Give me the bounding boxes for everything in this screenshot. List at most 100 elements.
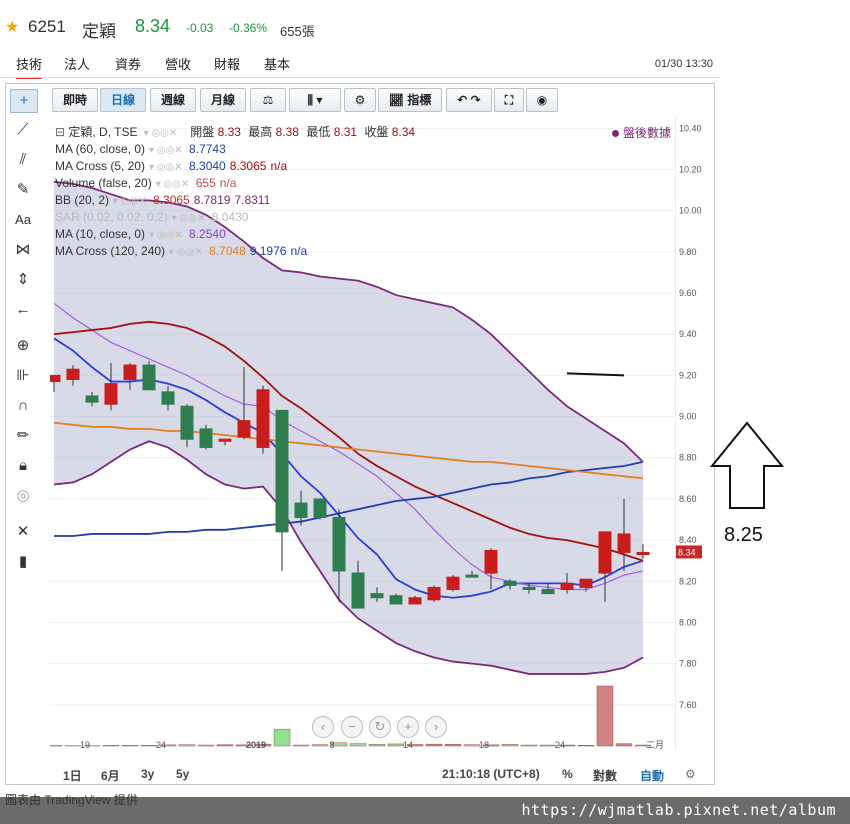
scroll-right-icon[interactable]: › — [425, 716, 447, 738]
zoom-plus-icon[interactable]: + — [397, 716, 419, 738]
legend-row[interactable]: SAR (0.02, 0.02, 0.2) ▾ ◎◎✕ 8.0430 — [55, 209, 475, 226]
x-tick-label: 19 — [80, 740, 90, 750]
candle-body — [180, 405, 194, 440]
candle-body — [142, 364, 156, 391]
legend-row[interactable]: MA (60, close, 0) ▾ ◎◎✕ 8.7743 — [55, 141, 475, 158]
legend-row[interactable]: Volume (false, 20) ▾ ◎◎✕ 655 n/a — [55, 175, 475, 192]
lock-drawing-icon[interactable]: ✏ — [10, 425, 36, 447]
percent-scale-toggle[interactable]: % — [562, 767, 573, 781]
measure-icon[interactable]: ⇕ — [10, 269, 36, 291]
zoom-controls: ‹ − ↻ + › — [312, 716, 452, 738]
undo-redo-icon[interactable]: ↶ ↷ — [446, 88, 492, 112]
tabs-divider — [0, 77, 720, 78]
crosshair-icon[interactable]: + — [10, 89, 38, 113]
chart-topbar: 即時 日線 週線 月線 ⚖ ⫼ ▾ ⚙ 📈︎ 指標 ↶ ↷ ⛶ ◉ — [46, 88, 706, 114]
legend-row[interactable]: BB (20, 2) ▾ ◎◎✕ 8.3065 8.7819 7.8311 — [55, 192, 475, 209]
trade-volume: 655張 — [280, 24, 315, 39]
legend-controls-icon[interactable]: ▾ ◎◎✕ — [149, 159, 189, 176]
quote-datetime: 01/30 13:30 — [654, 58, 713, 70]
tab-financials[interactable]: 財報 — [214, 54, 240, 73]
tab-revenue[interactable]: 營收 — [165, 54, 191, 73]
y-tick-label: 8.40 — [679, 535, 697, 545]
reset-icon[interactable]: ↻ — [369, 716, 391, 738]
stock-name: 定穎 — [82, 22, 116, 41]
legend-controls-icon[interactable]: ▾ ◎◎✕ — [149, 142, 189, 159]
section-tabs: 技術 法人 資券 營收 財報 基本 01/30 13:30 — [0, 52, 850, 79]
intraday-button[interactable]: 即時 — [52, 88, 98, 112]
volume-bar — [178, 744, 196, 747]
range-6m[interactable]: 6月 — [101, 767, 120, 784]
tab-margin[interactable]: 資券 — [115, 54, 141, 73]
y-tick-label: 9.00 — [679, 412, 697, 422]
volume-bar — [368, 744, 386, 747]
legend-label: Volume (false, 20) — [55, 176, 152, 190]
indicators-button[interactable]: 📈︎ 指標 — [378, 88, 442, 112]
arrow-left-icon[interactable]: ← — [10, 299, 36, 321]
log-scale-toggle[interactable]: 對數 — [593, 767, 617, 784]
auto-scale-toggle[interactable]: 自動 — [640, 767, 664, 784]
lock-icon[interactable]: 🔒︎ — [10, 455, 36, 477]
legend-controls-icon[interactable]: ▾ ◎◎✕ — [169, 244, 209, 261]
y-tick-label: 8.60 — [679, 494, 697, 504]
range-1d[interactable]: 1日 — [63, 767, 82, 784]
y-tick-label: 10.40 — [679, 123, 702, 133]
candle-body — [351, 572, 365, 609]
zoom-out-icon[interactable]: − — [341, 716, 363, 738]
daily-button[interactable]: 日線 — [100, 88, 146, 112]
x-tick-label: 24 — [156, 740, 166, 750]
fib-icon[interactable]: ⫽ — [10, 149, 36, 171]
tab-technical[interactable]: 技術 — [16, 54, 43, 79]
candle-body — [161, 391, 175, 405]
text-icon[interactable]: Aa — [10, 209, 36, 231]
last-price-label: 8.34 — [678, 547, 696, 557]
y-tick-label: 10.00 — [679, 206, 702, 216]
legend-label: MA (10, close, 0) — [55, 227, 146, 241]
y-tick-label: 8.20 — [679, 576, 697, 586]
legend-controls-icon[interactable]: ▾ ◎◎✕ — [149, 227, 189, 244]
legend-controls-icon[interactable]: ▾ ◎◎✕ — [172, 210, 212, 227]
ruler-icon[interactable]: ⊪ — [10, 365, 36, 387]
candle-body — [427, 586, 441, 601]
candle-body — [275, 409, 289, 533]
pattern-icon[interactable]: ⋈ — [10, 239, 36, 261]
hide-icon[interactable]: ◎ — [10, 485, 36, 507]
trash-icon[interactable]: ▮ — [10, 551, 36, 573]
legend-row[interactable]: MA Cross (5, 20) ▾ ◎◎✕ 8.3040 8.3065 n/a — [55, 158, 475, 175]
monthly-button[interactable]: 月線 — [200, 88, 246, 112]
collapse-icon[interactable]: ⊟ — [55, 125, 68, 139]
brush-icon[interactable]: ✎ — [10, 179, 36, 201]
volume-bar — [102, 745, 120, 747]
after-hours-badge[interactable]: 盤後數據 — [612, 124, 671, 141]
range-3y[interactable]: 3y — [141, 767, 154, 781]
trendline-icon[interactable]: ⟋ — [10, 119, 36, 141]
tools-icon[interactable]: ✕ — [10, 521, 36, 543]
legend-controls-icon[interactable]: ▾ ◎◎✕ — [113, 193, 153, 210]
price-axis[interactable]: 7.60 7.80 8.00 8.20 8.40 8.60 8.80 9.00 9.20 9.40… — [675, 118, 713, 750]
candle-body — [50, 374, 61, 383]
camera-icon[interactable]: ◉ — [526, 88, 558, 112]
magnet-icon[interactable]: ∩ — [10, 395, 36, 417]
candle-body — [465, 574, 479, 578]
weekly-button[interactable]: 週線 — [150, 88, 196, 112]
legend-controls-icon[interactable]: ▾ ◎◎✕ — [156, 176, 196, 193]
settings-gear-icon[interactable]: ⚙ — [344, 88, 376, 112]
chart-style-icon[interactable]: ⫼ ▾ — [289, 88, 341, 112]
tab-basic[interactable]: 基本 — [264, 54, 290, 73]
fullscreen-icon[interactable]: ⛶ — [494, 88, 524, 112]
volume-bar — [425, 743, 443, 747]
compare-icon[interactable]: ⚖ — [250, 88, 286, 112]
candle-body — [294, 502, 308, 518]
clock: 21:10:18 (UTC+8) — [442, 767, 540, 781]
zoom-in-icon[interactable]: ⊕ — [10, 335, 36, 357]
favorite-star-icon[interactable]: ★ — [5, 17, 19, 37]
legend-row[interactable]: MA Cross (120, 240) ▾ ◎◎✕ 8.7048 9.1976 n/… — [55, 243, 475, 260]
tab-institutional[interactable]: 法人 — [64, 54, 90, 73]
scroll-left-icon[interactable]: ‹ — [312, 716, 334, 738]
range-5y[interactable]: 5y — [176, 767, 189, 781]
legend-row[interactable]: MA (10, close, 0) ▾ ◎◎✕ 8.2540 — [55, 226, 475, 243]
candle-body — [199, 428, 213, 448]
axis-settings-gear-icon[interactable]: ⚙ — [685, 767, 696, 781]
low-value: 8.31 — [333, 125, 358, 139]
legend-label: MA Cross (120, 240) — [55, 244, 166, 258]
indicators-label: 指標 — [407, 93, 432, 107]
